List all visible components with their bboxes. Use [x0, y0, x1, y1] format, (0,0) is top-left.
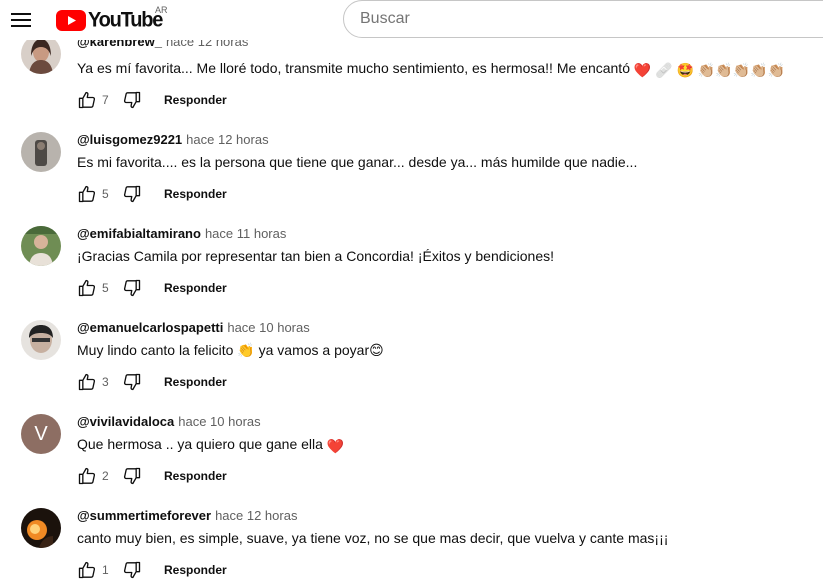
comment-header: @vivilavidaloca hace 10 horas: [77, 414, 261, 429]
reply-button[interactable]: Responder: [164, 375, 227, 389]
comment-text: Ya es mí favorita... Me lloré todo, tran…: [77, 60, 785, 79]
comment-body: Que hermosa .. ya quiero que gane ella: [77, 436, 323, 452]
avatar[interactable]: [21, 132, 61, 172]
dislike-icon[interactable]: [122, 278, 142, 298]
search-input[interactable]: [343, 0, 823, 38]
logo-wordmark: YouTube: [88, 7, 163, 32]
comment-author[interactable]: @vivilavidaloca: [77, 414, 174, 429]
reply-button[interactable]: Responder: [164, 187, 227, 201]
comment-actions: 5 Responder: [77, 184, 227, 204]
comment-time[interactable]: hace 12 horas: [186, 132, 268, 147]
comment-emojis: ❤️ 🩹 🤩 👏🏼👏🏼👏🏼👏🏼👏🏼: [633, 62, 786, 78]
comment-emojis: ❤️: [326, 438, 345, 454]
like-icon[interactable]: [77, 184, 97, 204]
dislike-icon[interactable]: [122, 372, 142, 392]
comment-header: @summertimeforever hace 12 horas: [77, 508, 297, 523]
comment-actions: 3 Responder: [77, 372, 227, 392]
comment-time[interactable]: hace 10 horas: [178, 414, 260, 429]
comment-time[interactable]: hace 11 horas: [205, 226, 286, 241]
comment-actions: 7 Responder: [77, 90, 227, 110]
like-icon[interactable]: [77, 372, 97, 392]
reply-button[interactable]: Responder: [164, 563, 227, 577]
comment-author[interactable]: @emifabialtamirano: [77, 226, 201, 241]
comment-actions: 5 Responder: [77, 278, 227, 298]
comment-header: @luisgomez9221 hace 12 horas: [77, 132, 269, 147]
dislike-icon[interactable]: [122, 90, 142, 110]
comment-body: Ya es mí favorita... Me lloré todo, tran…: [77, 60, 630, 76]
avatar[interactable]: [21, 508, 61, 548]
dislike-icon[interactable]: [122, 560, 142, 580]
like-icon[interactable]: [77, 90, 97, 110]
comment-header: @emifabialtamirano hace 11 horas: [77, 226, 286, 241]
comment-body: Muy lindo canto la felicito 👏 ya vamos a…: [77, 342, 384, 358]
like-count: 7: [102, 93, 109, 107]
avatar[interactable]: [21, 320, 61, 360]
like-count: 5: [102, 281, 109, 295]
comment-text: Muy lindo canto la felicito 👏 ya vamos a…: [77, 342, 384, 359]
reply-button[interactable]: Responder: [164, 281, 227, 295]
comment-text: Es mi favorita.... es la persona que tie…: [77, 154, 637, 170]
reply-button[interactable]: Responder: [164, 469, 227, 483]
like-icon[interactable]: [77, 560, 97, 580]
comment-author[interactable]: @summertimeforever: [77, 508, 211, 523]
comment-author[interactable]: @luisgomez9221: [77, 132, 182, 147]
comment-body: ¡Gracias Camila por representar tan bien…: [77, 248, 555, 264]
reply-button[interactable]: Responder: [164, 93, 227, 107]
like-icon[interactable]: [77, 278, 97, 298]
comment-actions: 2 Responder: [77, 466, 227, 486]
youtube-play-icon: [56, 9, 86, 31]
avatar[interactable]: [21, 34, 61, 74]
comment-author[interactable]: @emanuelcarlospapetti: [77, 320, 223, 335]
comment-header: @emanuelcarlospapetti hace 10 horas: [77, 320, 310, 335]
country-code: AR: [155, 5, 168, 15]
comment-body: Es mi favorita.... es la persona que tie…: [77, 154, 638, 170]
avatar-letter: V: [34, 422, 48, 445]
comment-time[interactable]: hace 12 horas: [215, 508, 297, 523]
comment-time[interactable]: hace 10 horas: [227, 320, 309, 335]
comment-text: Que hermosa .. ya quiero que gane ella ❤…: [77, 436, 344, 455]
comment-text: canto muy bien, es simple, suave, ya tie…: [77, 530, 668, 546]
like-count: 3: [102, 375, 109, 389]
dislike-icon[interactable]: [122, 184, 142, 204]
masthead: YouTube AR: [0, 0, 823, 40]
youtube-logo[interactable]: YouTube: [56, 7, 163, 32]
like-count: 1: [102, 563, 109, 577]
comment-text: ¡Gracias Camila por representar tan bien…: [77, 248, 554, 264]
menu-icon[interactable]: [11, 10, 31, 28]
avatar[interactable]: V: [21, 414, 61, 454]
dislike-icon[interactable]: [122, 466, 142, 486]
comment-body: canto muy bien, es simple, suave, ya tie…: [77, 530, 669, 546]
avatar[interactable]: [21, 226, 61, 266]
like-icon[interactable]: [77, 466, 97, 486]
like-count: 2: [102, 469, 109, 483]
comment-actions: 1 Responder: [77, 560, 227, 580]
like-count: 5: [102, 187, 109, 201]
